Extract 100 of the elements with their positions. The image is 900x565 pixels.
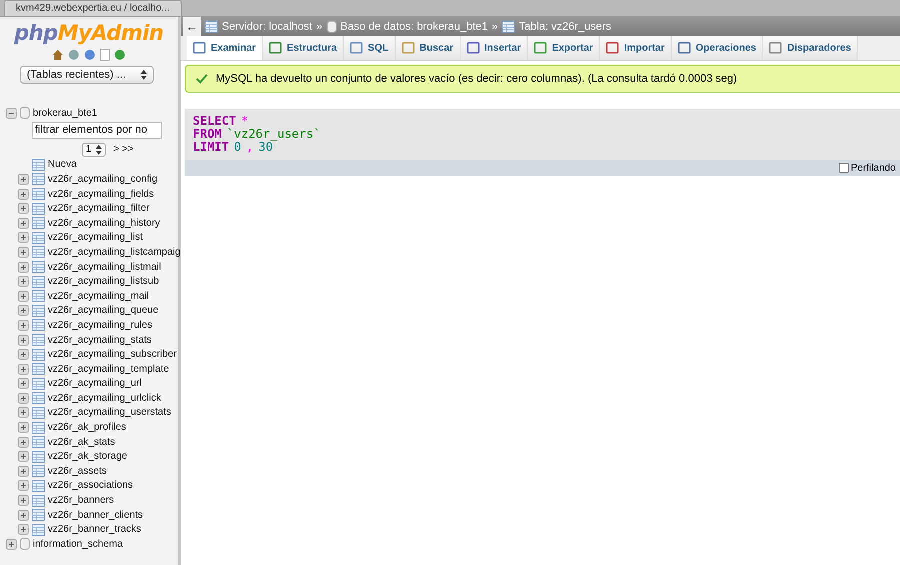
table-name[interactable]: vz26r_banner_clients <box>48 510 144 521</box>
table-name[interactable]: vz26r_acymailing_listcampaig <box>48 246 181 258</box>
table-name[interactable]: vz26r_acymailing_mail <box>48 290 150 302</box>
back-button[interactable]: ← <box>183 17 201 36</box>
expand-icon[interactable] <box>18 378 29 390</box>
table-icon <box>502 20 516 32</box>
database-name[interactable]: brokerau_bte1 <box>33 108 98 119</box>
expand-icon[interactable] <box>18 305 29 316</box>
expand-icon[interactable] <box>18 290 29 302</box>
table-icon <box>32 232 45 244</box>
checkmark-icon <box>196 74 208 84</box>
expand-icon[interactable] <box>18 203 29 214</box>
table-name[interactable]: vz26r_acymailing_listmail <box>48 262 162 273</box>
expand-icon[interactable] <box>18 349 29 360</box>
database-icon <box>326 20 337 32</box>
table-icon <box>32 276 45 288</box>
table-icon <box>32 319 45 332</box>
table-name[interactable]: vz26r_acymailing_subscriber <box>48 349 177 360</box>
table-icon <box>32 158 45 171</box>
table-icon <box>32 406 45 419</box>
table-name[interactable]: vz26r_associations <box>48 480 134 492</box>
collapse-icon[interactable] <box>6 108 17 119</box>
expand-icon[interactable] <box>18 188 29 200</box>
tab[interactable]: Importar <box>600 36 672 60</box>
table-icon <box>32 217 45 230</box>
table-icon <box>32 348 45 361</box>
tab[interactable]: Exportar <box>528 36 600 60</box>
expand-icon[interactable] <box>18 276 29 288</box>
table-icon <box>32 524 45 536</box>
browser-tab[interactable]: kvm429.webexpertia.eu / localho... <box>4 0 182 16</box>
expand-icon[interactable] <box>18 407 29 418</box>
help-icon[interactable] <box>84 49 96 61</box>
table-icon <box>32 173 45 186</box>
table-name[interactable]: vz26r_acymailing_urlclick <box>48 392 162 404</box>
expand-icon[interactable] <box>18 218 29 229</box>
table-icon <box>32 450 45 463</box>
table-name[interactable]: vz26r_ak_stats <box>48 436 116 448</box>
home-icon[interactable] <box>52 49 64 61</box>
table-name[interactable]: vz26r_acymailing_config <box>48 174 158 185</box>
tab[interactable]: Operaciones <box>672 36 764 60</box>
expand-icon[interactable] <box>18 334 29 346</box>
tab[interactable]: Insertar <box>460 36 528 60</box>
table-icon <box>32 509 45 522</box>
table-icon <box>32 246 45 258</box>
breadcrumb-separator: » <box>492 20 498 32</box>
expand-icon[interactable] <box>18 422 29 434</box>
recent-tables-dropdown[interactable]: (Tablas recientes) ... <box>20 66 154 84</box>
table-name[interactable]: vz26r_acymailing_userstats <box>48 407 172 418</box>
database-name[interactable]: information_schema <box>33 538 124 550</box>
table-icon <box>32 363 45 376</box>
expand-icon[interactable] <box>18 495 29 506</box>
table-name[interactable]: vz26r_ak_profiles <box>48 422 126 434</box>
database-icon <box>20 538 30 550</box>
expand-icon[interactable] <box>18 246 29 258</box>
table-name[interactable]: vz26r_acymailing_list <box>48 232 144 244</box>
profiling-label: Perfilando <box>850 162 896 174</box>
expand-icon[interactable] <box>18 524 29 536</box>
tab[interactable]: Estructura <box>263 36 344 60</box>
filter-field[interactable]: filtrar elementos por no <box>32 122 162 139</box>
table-name[interactable]: vz26r_acymailing_template <box>48 364 170 375</box>
profiling-checkbox[interactable] <box>838 163 849 173</box>
expand-icon[interactable] <box>18 232 29 244</box>
table-name[interactable]: vz26r_acymailing_url <box>48 378 142 390</box>
table-name[interactable]: vz26r_acymailing_history <box>48 218 160 229</box>
tab[interactable]: Buscar <box>396 36 461 60</box>
table-name[interactable]: vz26r_acymailing_fields <box>48 188 154 200</box>
tab[interactable]: Disparadores <box>763 36 858 60</box>
expand-icon[interactable] <box>18 392 29 404</box>
page-navigation[interactable]: > >> <box>114 144 134 156</box>
table-icon <box>32 304 45 317</box>
tab[interactable]: SQL <box>344 36 396 60</box>
expand-icon[interactable] <box>18 364 29 375</box>
page-selector[interactable]: 1 <box>82 142 106 157</box>
table-name[interactable]: vz26r_assets <box>48 466 107 477</box>
table-name[interactable]: vz26r_acymailing_listsub <box>48 276 160 288</box>
table-name[interactable]: vz26r_acymailing_rules <box>48 320 152 331</box>
expand-icon[interactable] <box>18 436 29 448</box>
tab[interactable]: Examinar <box>187 36 264 60</box>
table-name[interactable]: vz26r_acymailing_stats <box>48 334 152 346</box>
table-icon <box>32 422 45 434</box>
expand-icon[interactable] <box>18 262 29 273</box>
table-name[interactable]: vz26r_acymailing_filter <box>48 203 150 214</box>
expand-icon[interactable] <box>18 320 29 331</box>
table-icon <box>32 392 45 404</box>
table-icon <box>32 378 45 390</box>
new-table-link[interactable]: Nueva <box>48 159 77 170</box>
success-message: MySQL ha devuelto un conjunto de valores vacío (es decir: cero columnas). (La consulta tardó 0.0003 seg) <box>216 73 738 85</box>
expand-icon[interactable] <box>6 538 17 550</box>
expand-icon[interactable] <box>18 466 29 477</box>
expand-icon[interactable] <box>18 480 29 492</box>
breadcrumb-separator: » <box>316 20 323 32</box>
table-name[interactable]: vz26r_banners <box>48 495 114 506</box>
table-icon <box>32 202 45 215</box>
expand-icon[interactable] <box>18 510 29 521</box>
table-name[interactable]: vz26r_ak_storage <box>48 451 128 462</box>
expand-icon[interactable] <box>18 174 29 185</box>
up-down-arrows-icon <box>141 70 147 80</box>
expand-icon[interactable] <box>18 451 29 462</box>
table-name[interactable]: vz26r_banner_tracks <box>48 524 142 536</box>
table-name[interactable]: vz26r_acymailing_queue <box>48 305 159 316</box>
